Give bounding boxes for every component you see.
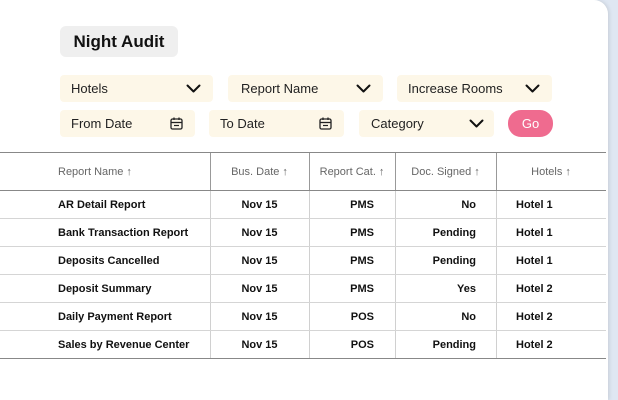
cell-hotel: Hotel 1 [516,254,553,267]
sort-arrow-icon[interactable]: ↑ [565,166,571,178]
cell-hotel: Hotel 1 [516,226,553,239]
table-row[interactable]: Bank Transaction Report Nov 15 PMS Pendi… [0,219,606,247]
report-name-dropdown[interactable]: Report Name [228,75,383,102]
table-row[interactable]: Deposit Summary Nov 15 PMS Yes Hotel 2 [0,275,606,303]
table-header-row: Report Name ↑ Bus. Date ↑ Report Cat. ↑ Doc… [0,152,606,191]
cell-report-name: AR Detail Report [58,198,146,211]
from-date-label: From Date [71,116,133,131]
cell-bus-date: Nov 15 [241,282,278,295]
cell-report-cat: POS [350,338,374,351]
cell-report-cat: PMS [350,282,374,295]
chevron-down-icon [525,84,540,93]
cell-doc-signed: Pending [432,226,476,239]
cell-doc-signed: Pending [432,254,476,267]
cell-report-name: Bank Transaction Report [58,226,189,239]
cell-bus-date: Nov 15 [241,338,278,351]
cell-report-cat: PMS [350,254,374,267]
cell-doc-signed: No [461,310,476,323]
cell-report-name: Deposit Summary [58,282,152,295]
category-dropdown-label: Category [371,116,424,131]
sort-arrow-icon[interactable]: ↑ [379,166,385,178]
col-header-report-name[interactable]: Report Name ↑ [0,153,210,190]
table-row[interactable]: Deposits Cancelled Nov 15 PMS Pending Ho… [0,247,606,275]
cell-hotel: Hotel 2 [516,282,553,295]
sort-arrow-icon[interactable]: ↑ [126,166,132,178]
to-date-label: To Date [220,116,265,131]
cell-bus-date: Nov 15 [241,310,278,323]
cell-report-name: Deposits Cancelled [58,254,160,267]
cell-report-cat: PMS [350,226,374,239]
sort-arrow-icon[interactable]: ↑ [474,166,480,178]
chevron-down-icon [186,84,201,93]
hotels-dropdown-label: Hotels [71,81,108,96]
calendar-icon[interactable] [319,117,332,130]
page-title: Night Audit [60,26,178,57]
increase-rooms-dropdown-label: Increase Rooms [408,81,503,96]
category-dropdown[interactable]: Category [359,110,494,137]
col-header-bus-date[interactable]: Bus. Date ↑ [210,153,309,190]
cell-report-cat: POS [350,310,374,323]
cell-doc-signed: No [461,198,476,211]
col-header-hotels[interactable]: Hotels ↑ [496,153,606,190]
cell-doc-signed: Pending [432,338,476,351]
cell-doc-signed: Yes [457,282,476,295]
table-row[interactable]: AR Detail Report Nov 15 PMS No Hotel 1 [0,191,606,219]
col-header-doc-signed[interactable]: Doc. Signed ↑ [395,153,496,190]
cell-report-cat: PMS [350,198,374,211]
sort-arrow-icon[interactable]: ↑ [282,166,288,178]
table-row[interactable]: Daily Payment Report Nov 15 POS No Hotel… [0,303,606,331]
cell-report-name: Daily Payment Report [58,310,172,323]
chevron-down-icon [469,119,484,128]
report-card: Night Audit Hotels Report Name Increase … [0,0,608,400]
report-table: Report Name ↑ Bus. Date ↑ Report Cat. ↑ Doc… [0,152,606,359]
go-button[interactable]: Go [508,110,553,137]
to-date-field[interactable]: To Date [209,110,344,137]
hotels-dropdown[interactable]: Hotels [60,75,213,102]
calendar-icon[interactable] [170,117,183,130]
cell-bus-date: Nov 15 [241,226,278,239]
cell-report-name: Sales by Revenue Center [58,338,190,351]
col-header-report-cat[interactable]: Report Cat. ↑ [309,153,395,190]
table-row[interactable]: Sales by Revenue Center Nov 15 POS Pendi… [0,331,606,359]
cell-hotel: Hotel 2 [516,338,553,351]
from-date-field[interactable]: From Date [60,110,195,137]
chevron-down-icon [356,84,371,93]
increase-rooms-dropdown[interactable]: Increase Rooms [397,75,552,102]
cell-bus-date: Nov 15 [241,254,278,267]
cell-hotel: Hotel 1 [516,198,553,211]
cell-hotel: Hotel 2 [516,310,553,323]
report-name-dropdown-label: Report Name [241,81,319,96]
cell-bus-date: Nov 15 [241,198,278,211]
